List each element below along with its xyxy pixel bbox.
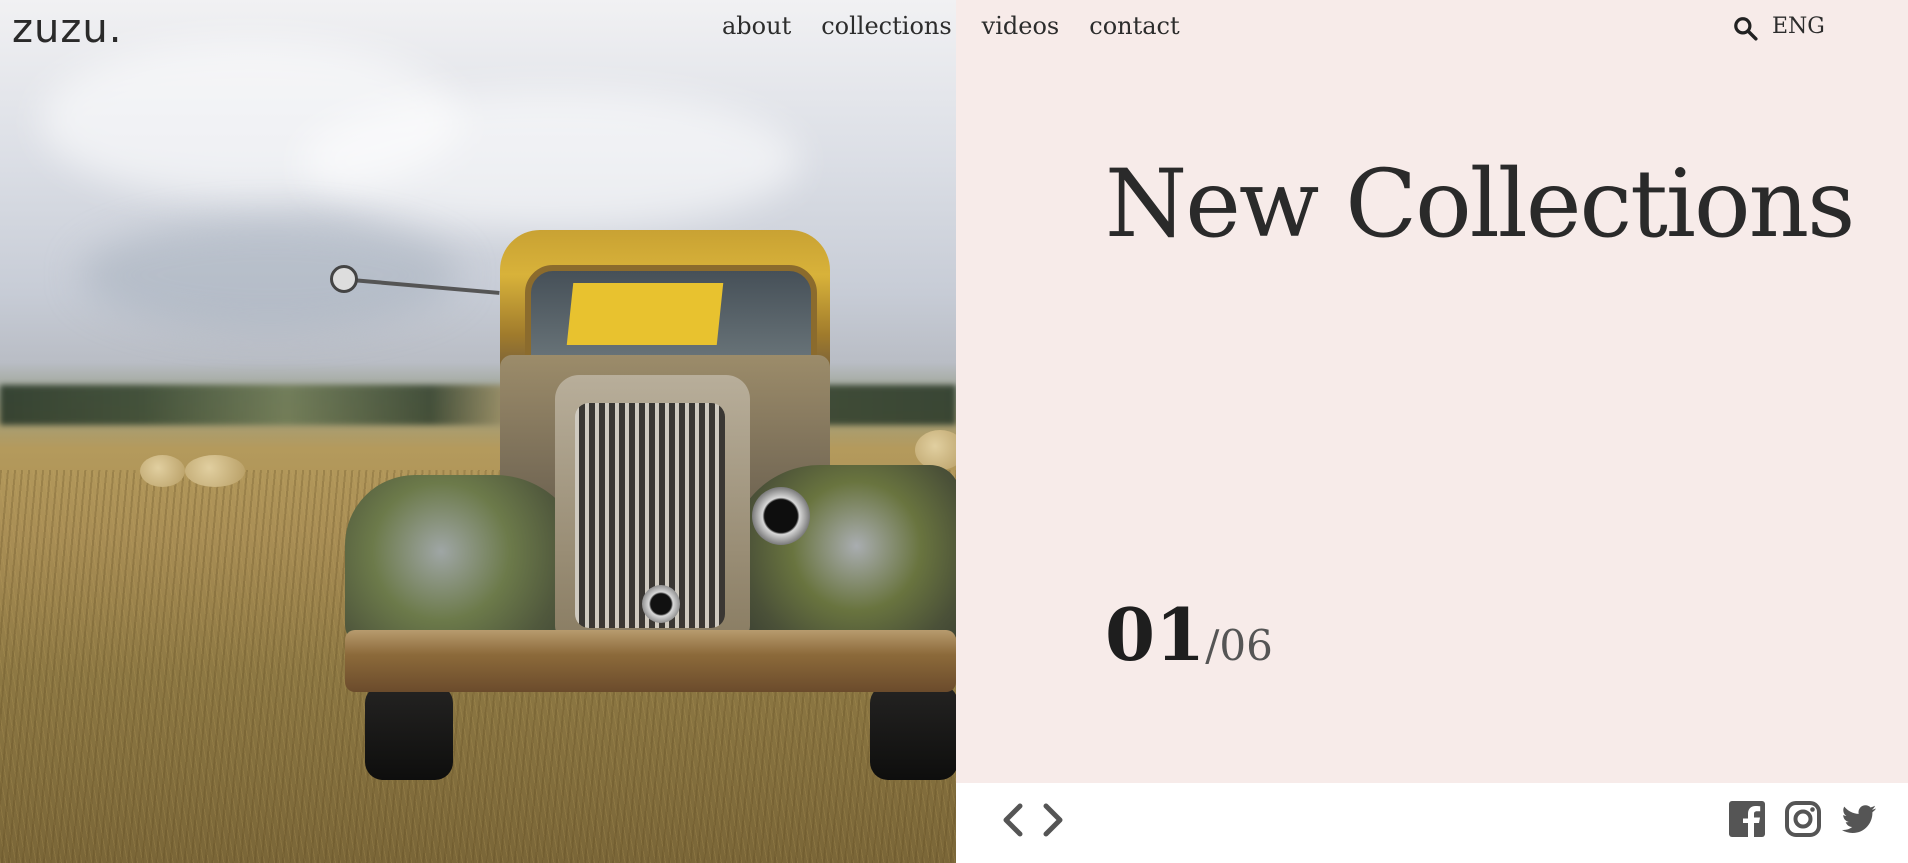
chevron-right-icon xyxy=(1043,803,1063,837)
slide-title: New Collections xyxy=(1105,150,1855,259)
slide-counter-current: 01 xyxy=(1105,592,1206,677)
nav-videos[interactable]: videos xyxy=(982,12,1060,40)
next-slide-button[interactable] xyxy=(1038,800,1068,840)
slide-panel xyxy=(956,0,1908,783)
instagram-link[interactable] xyxy=(1784,800,1822,838)
twitter-link[interactable] xyxy=(1840,800,1878,838)
nav-collections[interactable]: collections xyxy=(821,12,951,40)
hero-image xyxy=(0,0,956,863)
prev-slide-button[interactable] xyxy=(998,800,1028,840)
slide-counter: 01/06 xyxy=(1105,592,1273,677)
twitter-icon xyxy=(1841,805,1876,833)
nav-about[interactable]: about xyxy=(722,12,791,40)
instagram-icon xyxy=(1785,801,1821,837)
search-icon[interactable] xyxy=(1732,15,1758,41)
language-switcher[interactable]: ENG xyxy=(1772,14,1825,39)
main-nav: about collections videos contact xyxy=(722,12,1180,40)
facebook-icon xyxy=(1729,801,1765,837)
chevron-left-icon xyxy=(1003,803,1023,837)
nav-contact[interactable]: contact xyxy=(1089,12,1179,40)
logo[interactable]: zuzu. xyxy=(12,6,122,52)
facebook-link[interactable] xyxy=(1728,800,1766,838)
slide-counter-total: /06 xyxy=(1205,621,1273,670)
